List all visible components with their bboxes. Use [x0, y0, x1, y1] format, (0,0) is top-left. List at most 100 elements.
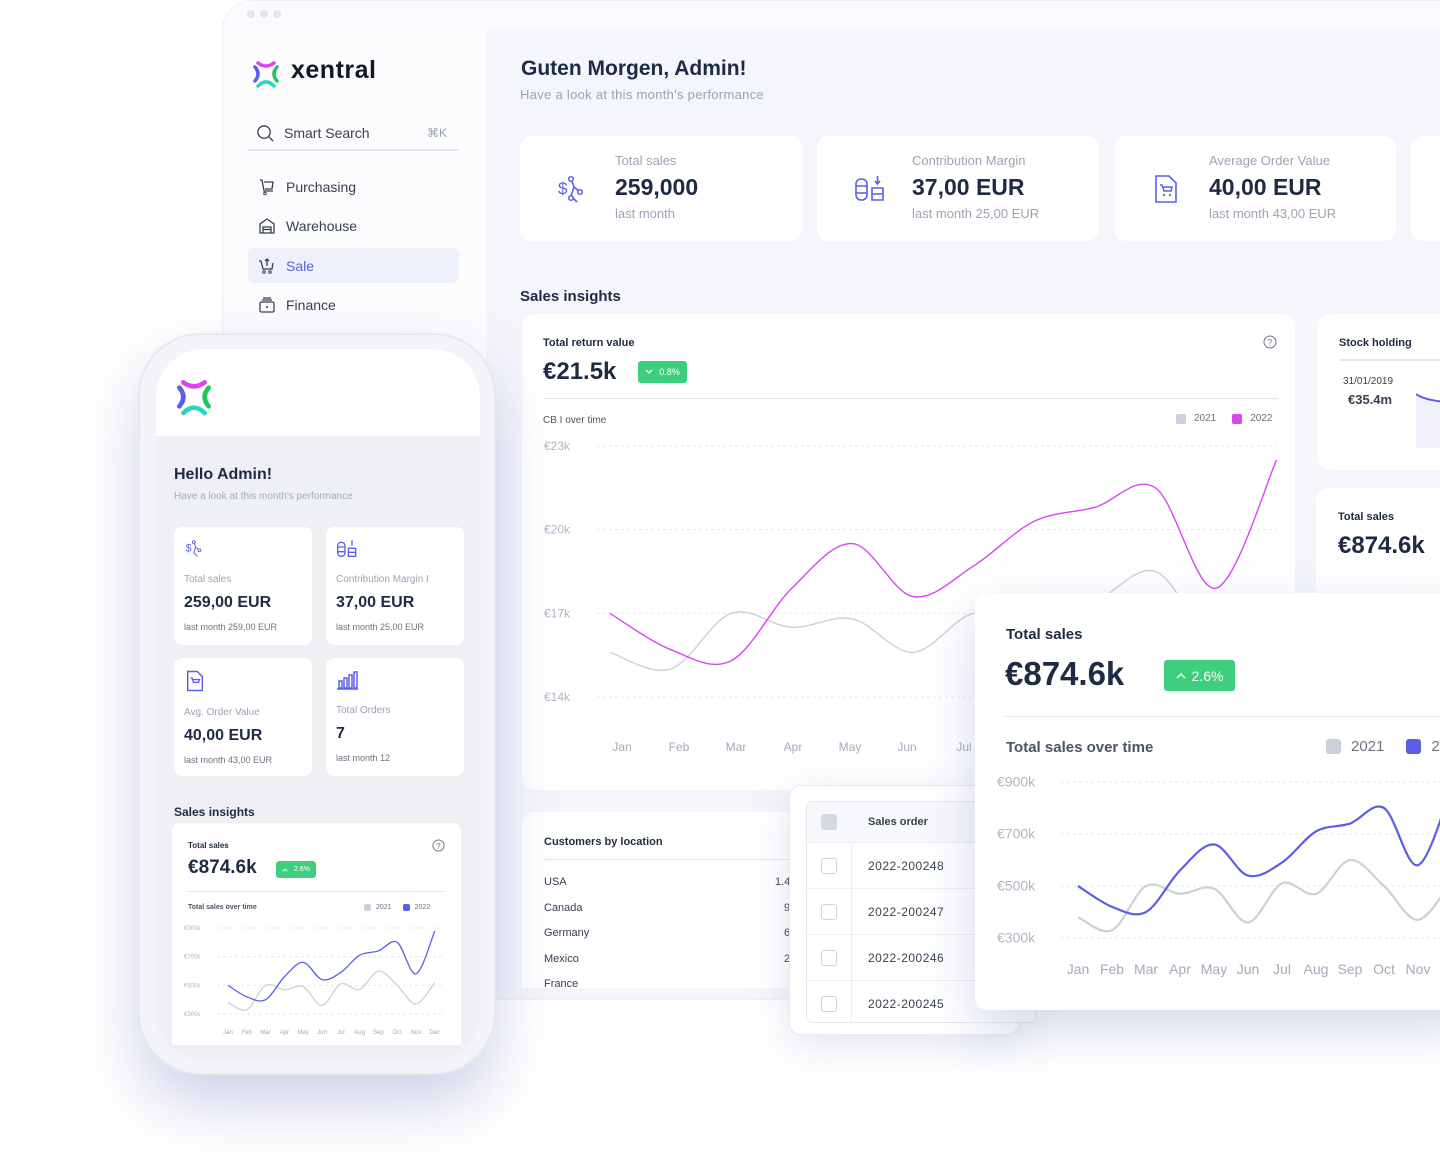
row-checkbox[interactable]	[821, 903, 837, 920]
window-dot	[260, 10, 268, 18]
x-tick-label: Sep	[1338, 961, 1363, 977]
kpi-value: 259,00 EUR	[184, 594, 272, 611]
mobile-kpi-total-orders: Total Orders 7 last month 12	[326, 658, 464, 776]
x-tick-label: May	[298, 1030, 309, 1036]
location-name: Mexico	[544, 953, 579, 965]
y-tick-label: €300k	[997, 930, 1036, 946]
x-tick-label: Jun	[317, 1030, 327, 1036]
select-all-checkbox[interactable]	[821, 814, 837, 830]
mobile-sales-chart: €900k €700k €500k €300k Jan Feb Mar Apr May Jun Ju…	[184, 926, 444, 1036]
x-tick-label: Jun	[897, 740, 916, 754]
stock-sparkline	[1416, 393, 1440, 448]
search-shortcut: ⌘K	[426, 126, 447, 140]
cart-upload-icon	[259, 257, 274, 274]
stock-holding-card: Stock holding 31/01/2019 €35.4m	[1318, 314, 1440, 470]
kpi-card-contribution-margin: Contribution Margin 37,00 EUR last month…	[817, 136, 1099, 241]
kpi-value: 40,00 EUR	[1209, 174, 1322, 200]
order-document-icon	[1155, 175, 1177, 203]
y-tick-label: €700k	[184, 955, 201, 961]
y-tick-label: €500k	[184, 983, 201, 989]
x-tick-label: Aug	[354, 1030, 365, 1036]
x-tick-label: Mar	[726, 740, 747, 754]
x-tick-label: Apr	[784, 740, 803, 754]
order-document-icon	[186, 670, 204, 692]
x-tick-label: Oct	[1373, 961, 1395, 977]
card-title: Customers by location	[544, 836, 663, 848]
x-tick-label: Jul	[337, 1030, 345, 1036]
kpi-label: Total Orders	[336, 705, 391, 716]
warehouse-icon	[259, 217, 275, 234]
sidebar-item-finance[interactable]: Finance	[248, 287, 459, 322]
kpi-sub: last month 43,00 EUR	[1209, 206, 1337, 221]
mobile-subtitle: Have a look at this month's performance	[174, 491, 353, 502]
coins-icon	[337, 540, 357, 557]
mobile-kpi-contribution-margin: Contribution Margin I 37,00 EUR last mon…	[326, 527, 464, 645]
x-tick-label: Dec	[429, 1030, 440, 1036]
cash-register-icon	[259, 296, 275, 313]
mobile-greeting: Hello Admin!	[174, 466, 273, 483]
y-tick-label: €20k	[544, 523, 571, 537]
location-name: Germany	[544, 927, 590, 939]
customers-by-location-card: Customers by location USA 1.4 Canada 9 Ger…	[522, 812, 812, 988]
series-line-2022	[1077, 805, 1440, 916]
stock-date: 31/01/2019	[1343, 376, 1394, 387]
x-tick-label: Jul	[1273, 961, 1291, 977]
kpi-label: Contribution Margin	[912, 153, 1026, 168]
page-title: Guten Morgen, Admin!	[521, 57, 747, 80]
mobile-total-sales-card: Total sales €874.6k 2.6% ? Total sales o…	[172, 823, 461, 1045]
kpi-label: Avg. Order Value	[184, 707, 260, 718]
kpi-sub: last month 259,00 EUR	[184, 622, 278, 632]
kpi-sub: last month 25,00 EUR	[336, 622, 425, 632]
sales-value: €874.6k	[1338, 532, 1425, 559]
x-tick-label: May	[839, 740, 862, 754]
kpi-value: 37,00 EUR	[912, 174, 1025, 200]
card-title: Total sales	[1338, 511, 1395, 523]
x-tick-label: Sep	[373, 1030, 384, 1036]
x-tick-label: Jun	[1237, 961, 1260, 977]
sidebar-item-sale[interactable]: Sale	[248, 248, 459, 283]
x-tick-label: Apr	[280, 1030, 289, 1036]
row-checkbox[interactable]	[821, 857, 837, 874]
sidebar-item-purchasing[interactable]: Purchasing	[248, 169, 459, 204]
kpi-label: Total sales	[184, 574, 232, 585]
kpi-value: 37,00 EUR	[336, 594, 415, 611]
x-tick-label: May	[1201, 961, 1227, 977]
xentral-logo-icon	[253, 61, 279, 88]
sidebar-item-label: Finance	[286, 296, 336, 313]
kpi-sub: last month	[615, 206, 675, 221]
x-tick-label: Feb	[242, 1030, 253, 1036]
kpi-sub: last month 25,00 EUR	[912, 206, 1040, 221]
series-line-2021	[1077, 858, 1440, 933]
total-sales-card: Total sales €874.6k 2.6% Total sales ove…	[975, 593, 1440, 1010]
y-tick-label: €23k	[544, 439, 571, 453]
kpi-card-total-sales: $ Total sales 259,000 last month	[520, 136, 802, 241]
window-dot	[273, 10, 281, 18]
y-tick-label: €900k	[184, 926, 201, 932]
x-tick-label: Apr	[1169, 961, 1191, 977]
row-checkbox[interactable]	[821, 995, 837, 1012]
x-tick-label: Mar	[260, 1030, 270, 1036]
column-header[interactable]: Sales order	[868, 816, 928, 828]
order-number: 2022-200246	[868, 950, 945, 965]
kpi-label: Average Order Value	[1209, 153, 1330, 168]
x-tick-label: Feb	[1100, 961, 1124, 977]
kpi-sub: last month 12	[336, 753, 391, 763]
y-tick-label: €900k	[997, 774, 1036, 790]
x-tick-label: Nov	[411, 1030, 422, 1036]
x-tick-label: Jan	[1067, 961, 1090, 977]
xentral-logo-icon	[177, 380, 211, 416]
svg-text:$: $	[186, 543, 192, 555]
smart-search[interactable]: Smart Search ⌘K	[248, 117, 459, 151]
row-checkbox[interactable]	[821, 949, 837, 966]
sidebar-item-label: Purchasing	[286, 178, 357, 195]
window-dot	[247, 10, 255, 18]
location-name: France	[544, 978, 579, 988]
series-line-2021	[227, 970, 436, 1011]
x-tick-label: Jan	[612, 740, 631, 754]
mobile-kpi-avg-order-value: Avg. Order Value 40,00 EUR last month 43…	[174, 658, 312, 776]
brand-name: xentral	[291, 56, 377, 84]
x-tick-label: Feb	[669, 740, 690, 754]
x-tick-label: Jan	[223, 1030, 233, 1036]
sidebar-item-warehouse[interactable]: Warehouse	[248, 208, 459, 243]
small-total-sales-card: Total sales €874.6k	[1316, 488, 1440, 598]
